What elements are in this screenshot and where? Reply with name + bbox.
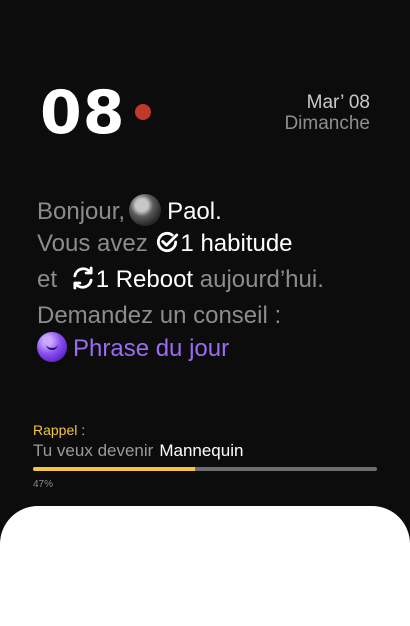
- reminder-prefix: Tu veux devenir: [33, 441, 154, 460]
- greeting-line-3: et 1 Reboot aujourd’hui.: [37, 264, 397, 300]
- reminder-label: Rappel :: [33, 422, 86, 438]
- you-have-text: Vous avez: [37, 230, 148, 257]
- progress-percent: 47%: [33, 479, 54, 490]
- emoji-orb-icon: [37, 332, 67, 362]
- user-name: Paol.: [167, 198, 222, 225]
- progress-bar: [33, 467, 377, 471]
- day-number: 08: [40, 78, 126, 148]
- status-dot: [135, 104, 151, 120]
- today-text: aujourd’hui.: [199, 266, 324, 293]
- phrase-link-label: Phrase du jour: [73, 335, 230, 362]
- greeting-line-1: Bonjour, Paol.: [37, 194, 397, 228]
- reboot-count-link[interactable]: 1 Reboot: [96, 266, 193, 293]
- weekday: Dimanche: [284, 113, 370, 134]
- greeting-line-4: Demandez un conseil :: [37, 300, 397, 332]
- date-block: Mar’ 08 Dimanche: [284, 92, 370, 135]
- avatar[interactable]: [129, 194, 162, 226]
- and-text: et: [37, 266, 58, 293]
- reminder-text[interactable]: Tu veux devenir Mannequin: [33, 440, 243, 462]
- greeting-block: Bonjour, Paol. Vous avez 1 habitude et 1 …: [37, 194, 397, 365]
- refresh-icon: [70, 265, 96, 300]
- greeting-line-2: Vous avez 1 habitude: [37, 228, 397, 264]
- phrase-du-jour-link[interactable]: Phrase du jour: [37, 332, 397, 365]
- check-circle-icon: [154, 229, 180, 264]
- date-short: Mar’ 08: [306, 92, 370, 113]
- bottom-sheet[interactable]: [0, 506, 410, 626]
- progress-fill: [33, 467, 195, 471]
- habit-count-link[interactable]: 1 habitude: [180, 230, 292, 257]
- reminder-goal: Mannequin: [159, 441, 244, 460]
- ask-advice-text: Demandez un conseil :: [37, 302, 282, 329]
- greeting-hello: Bonjour,: [37, 198, 126, 225]
